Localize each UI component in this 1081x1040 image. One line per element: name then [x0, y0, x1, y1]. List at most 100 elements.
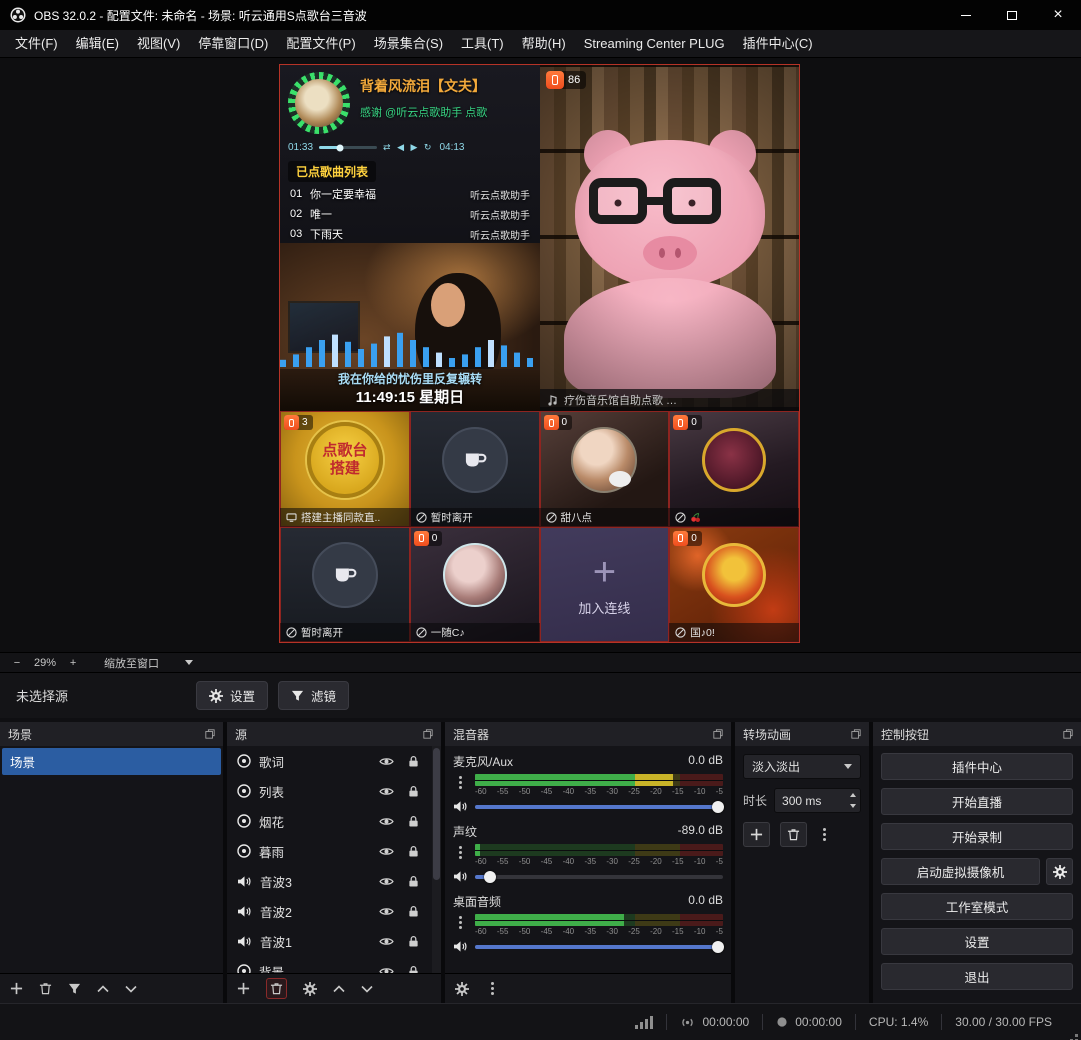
dock-popout-icon[interactable]: [205, 729, 215, 739]
source-row[interactable]: 歌词: [227, 746, 441, 776]
start-virtual-camera-button[interactable]: 启动虚拟摄像机: [881, 858, 1040, 885]
menu-tools[interactable]: 工具(T): [452, 30, 513, 58]
source-row[interactable]: 列表: [227, 776, 441, 806]
menu-help[interactable]: 帮助(H): [513, 30, 575, 58]
virtual-camera-settings-button[interactable]: [1046, 858, 1073, 885]
lock-icon[interactable]: [408, 935, 419, 948]
transitions-body: 淡入淡出 时长 300 ms: [735, 746, 869, 1003]
channel-menu-button[interactable]: [453, 774, 467, 790]
guest-cell: 0: [669, 411, 799, 527]
scene-filters-button[interactable]: [68, 982, 81, 995]
menu-profile[interactable]: 配置文件(P): [277, 30, 364, 58]
lock-icon[interactable]: [408, 755, 419, 768]
visibility-eye-icon[interactable]: [379, 906, 394, 917]
source-row[interactable]: 音波2: [227, 896, 441, 926]
mute-toggle-icon[interactable]: [453, 870, 469, 883]
duration-spinbox[interactable]: 300 ms: [774, 788, 861, 813]
menu-streaming-center[interactable]: Streaming Center PLUG: [575, 30, 734, 58]
visibility-eye-icon[interactable]: [379, 966, 394, 974]
volume-slider-knob[interactable]: [712, 801, 724, 813]
menu-view[interactable]: 视图(V): [128, 30, 189, 58]
sources-scrollbar[interactable]: [432, 746, 441, 973]
volume-slider[interactable]: [475, 875, 723, 879]
source-properties-button[interactable]: [303, 982, 317, 996]
source-row[interactable]: 背景: [227, 956, 441, 973]
dock-popout-icon[interactable]: [423, 729, 433, 739]
lock-icon[interactable]: [408, 905, 419, 918]
remove-scene-button[interactable]: [39, 982, 52, 995]
menu-edit[interactable]: 编辑(E): [67, 30, 128, 58]
volume-slider-knob[interactable]: [484, 871, 496, 883]
properties-button[interactable]: 设置: [196, 681, 268, 710]
source-down-button[interactable]: [361, 985, 373, 993]
remove-source-button[interactable]: [266, 978, 287, 999]
audio-meter: [475, 774, 723, 786]
mute-toggle-icon[interactable]: [453, 940, 469, 953]
resize-grip[interactable]: [1075, 1034, 1078, 1037]
advanced-audio-button[interactable]: [455, 982, 469, 996]
lock-icon[interactable]: [408, 815, 419, 828]
visibility-eye-icon[interactable]: [379, 876, 394, 887]
visibility-eye-icon[interactable]: [379, 936, 394, 947]
volume-slider[interactable]: [475, 945, 723, 949]
spin-down-button[interactable]: [850, 804, 856, 811]
visibility-eye-icon[interactable]: [379, 786, 394, 797]
zoom-in-button[interactable]: +: [66, 657, 80, 669]
menu-docks[interactable]: 停靠窗口(D): [189, 30, 277, 58]
menubar: 文件(F) 编辑(E) 视图(V) 停靠窗口(D) 配置文件(P) 场景集合(S…: [0, 30, 1081, 58]
lock-icon[interactable]: [408, 875, 419, 888]
minimize-button[interactable]: [943, 0, 989, 30]
dock-popout-icon[interactable]: [1063, 729, 1073, 739]
scene-up-button[interactable]: [97, 985, 109, 993]
lock-icon[interactable]: [408, 965, 419, 974]
scene-item[interactable]: 场景: [2, 748, 221, 775]
studio-mode-button[interactable]: 工作室模式: [881, 893, 1073, 920]
mixer-channel-db: 0.0 dB: [688, 893, 723, 910]
channel-menu-button[interactable]: [453, 844, 467, 860]
source-row[interactable]: 暮雨: [227, 836, 441, 866]
source-row[interactable]: 音波3: [227, 866, 441, 896]
visibility-eye-icon[interactable]: [379, 846, 394, 857]
visibility-eye-icon[interactable]: [379, 816, 394, 827]
exit-button[interactable]: 退出: [881, 963, 1073, 990]
join-cell[interactable]: + 加入连线: [540, 527, 670, 643]
mixer-menu-button[interactable]: [485, 981, 499, 997]
scene-down-button[interactable]: [125, 985, 137, 993]
source-row[interactable]: 音波1: [227, 926, 441, 956]
zoom-out-button[interactable]: −: [10, 657, 24, 669]
add-transition-button[interactable]: [743, 822, 770, 847]
menu-plugin-center[interactable]: 插件中心(C): [734, 30, 822, 58]
menu-scene-collection[interactable]: 场景集合(S): [365, 30, 452, 58]
channel-menu-button[interactable]: [453, 914, 467, 930]
source-up-button[interactable]: [333, 985, 345, 993]
mute-toggle-icon[interactable]: [453, 800, 469, 813]
zoom-fit-dropdown[interactable]: 缩放至窗口: [104, 655, 193, 671]
dock-popout-icon[interactable]: [851, 729, 861, 739]
source-row[interactable]: 烟花: [227, 806, 441, 836]
lock-icon[interactable]: [408, 785, 419, 798]
close-button[interactable]: ×: [1035, 0, 1081, 30]
filters-button[interactable]: 滤镜: [278, 681, 349, 710]
transition-select[interactable]: 淡入淡出: [743, 754, 861, 779]
settings-button[interactable]: 设置: [881, 928, 1073, 955]
volume-slider[interactable]: [475, 805, 723, 809]
dock-popout-icon[interactable]: [713, 729, 723, 739]
add-source-button[interactable]: [237, 982, 250, 995]
transitions-dock-title: 转场动画: [743, 726, 791, 743]
start-streaming-button[interactable]: 开始直播: [881, 788, 1073, 815]
transition-menu-button[interactable]: [817, 827, 831, 843]
lock-icon[interactable]: [408, 845, 419, 858]
transitions-dock: 转场动画 淡入淡出 时长 300 ms: [735, 722, 869, 1003]
volume-slider-knob[interactable]: [712, 941, 724, 953]
stream-status: 00:00:00: [667, 1015, 762, 1029]
remove-transition-button[interactable]: [780, 822, 807, 847]
visibility-eye-icon[interactable]: [379, 756, 394, 767]
add-scene-button[interactable]: [10, 982, 23, 995]
guest-badge: 0: [544, 415, 573, 430]
start-recording-button[interactable]: 开始录制: [881, 823, 1073, 850]
spin-up-button[interactable]: [850, 790, 856, 797]
plugin-center-button[interactable]: 插件中心: [881, 753, 1073, 780]
menu-file[interactable]: 文件(F): [6, 30, 67, 58]
maximize-button[interactable]: [989, 0, 1035, 30]
guest-cell: 3 点歌台 搭建 搭建主播同款直..: [280, 411, 410, 527]
